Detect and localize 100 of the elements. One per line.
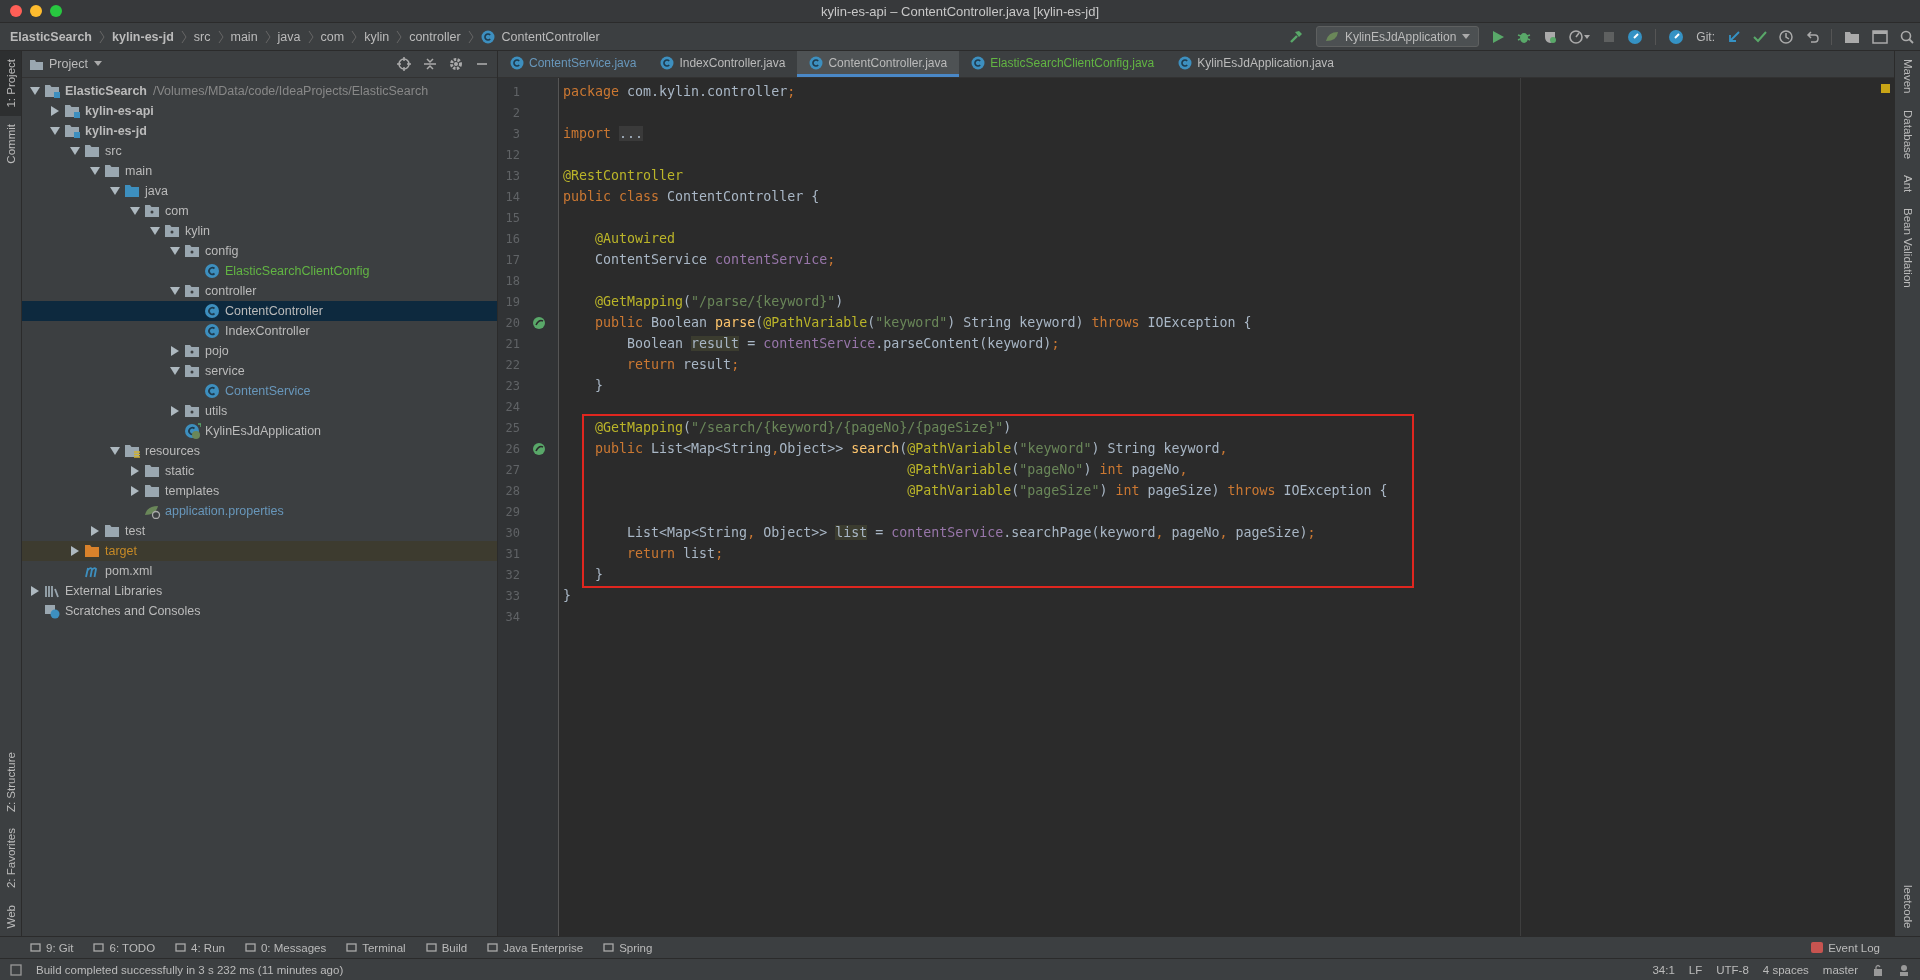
tool-window-tab[interactable]: Commit xyxy=(0,115,21,172)
tool-window-tab[interactable]: 2: Favorites xyxy=(0,820,21,897)
breadcrumb[interactable]: kylin-es-jd xyxy=(112,29,174,44)
tree-item[interactable]: ContentService xyxy=(225,384,311,398)
zoom-button[interactable] xyxy=(50,5,62,17)
expand-arrow-icon[interactable] xyxy=(130,206,140,216)
tree-item[interactable]: com xyxy=(165,204,189,218)
breadcrumb[interactable]: main xyxy=(230,29,258,44)
editor-tab[interactable]: ElasticSearchClientConfig.java xyxy=(959,51,1167,77)
expand-arrow-icon[interactable] xyxy=(170,346,180,356)
tool-window-tab[interactable]: Spring xyxy=(603,941,653,954)
tree-item[interactable]: templates xyxy=(165,484,220,498)
expand-arrow-icon[interactable] xyxy=(50,126,60,136)
breadcrumb[interactable]: src xyxy=(193,29,211,44)
breadcrumb[interactable]: java xyxy=(277,29,301,44)
editor-tab[interactable]: ContentController.java xyxy=(797,51,960,77)
check-icon[interactable] xyxy=(1753,29,1767,44)
expand-arrow-icon[interactable] xyxy=(70,546,80,556)
expand-arrow-icon[interactable] xyxy=(130,486,140,496)
tool-window-tab[interactable]: leetcode xyxy=(1895,876,1920,936)
tool-window-tab[interactable]: 0: Messages xyxy=(244,941,327,954)
tree-item[interactable]: kylin-es-api xyxy=(85,104,154,118)
tool-window-tab[interactable]: Bean Validation xyxy=(1895,200,1920,296)
editor-tab[interactable]: KylinEsJdApplication.java xyxy=(1166,51,1347,77)
tree-item[interactable]: ElasticSearch xyxy=(65,84,147,98)
tree-item[interactable]: java xyxy=(145,184,168,198)
tree-item[interactable]: application.properties xyxy=(165,504,284,518)
tree-item[interactable]: ContentController xyxy=(225,304,323,318)
expand-arrow-icon[interactable] xyxy=(110,186,120,196)
run-icon[interactable] xyxy=(1491,29,1506,44)
tool-window-tab[interactable]: Database xyxy=(1895,101,1920,167)
gear-icon[interactable] xyxy=(449,57,463,71)
tree-item[interactable]: External Libraries xyxy=(65,584,163,598)
collapse-icon[interactable] xyxy=(423,57,437,71)
tool-window-tab[interactable]: Ant xyxy=(1895,166,1920,201)
panel-icon[interactable] xyxy=(10,963,22,976)
tree-item[interactable]: utils xyxy=(205,404,228,418)
tool-window-tab[interactable]: 1: Project xyxy=(0,51,21,116)
lock-icon[interactable] xyxy=(1872,963,1884,976)
tree-item[interactable]: KylinEsJdApplication xyxy=(205,424,322,438)
status-item[interactable]: 4 spaces xyxy=(1762,963,1809,976)
tool-window-tab[interactable]: Maven xyxy=(1895,51,1920,102)
tree-item[interactable]: service xyxy=(205,364,245,378)
search-icon[interactable] xyxy=(1900,29,1914,44)
shield-icon[interactable] xyxy=(1543,29,1558,44)
tree-item[interactable]: controller xyxy=(205,284,257,298)
run-configuration-dropdown[interactable]: KylinEsJdApplication xyxy=(1315,26,1480,47)
tree-item[interactable]: pom.xml xyxy=(105,564,153,578)
expand-arrow-icon[interactable] xyxy=(110,446,120,456)
tree-item[interactable]: main xyxy=(125,164,153,178)
tool-window-tab[interactable]: Terminal xyxy=(346,941,406,954)
minimize-button[interactable] xyxy=(30,5,42,17)
expand-arrow-icon[interactable] xyxy=(30,86,40,96)
breadcrumb[interactable]: ElasticSearch xyxy=(10,29,92,44)
breadcrumb[interactable]: kylin xyxy=(364,29,390,44)
expand-arrow-icon[interactable] xyxy=(150,226,160,236)
status-item[interactable]: master xyxy=(1822,963,1858,976)
expand-arrow-icon[interactable] xyxy=(170,366,180,376)
expand-arrow-icon[interactable] xyxy=(50,106,60,116)
breadcrumb[interactable]: ContentController xyxy=(501,29,600,44)
tool-window-tab[interactable]: 4: Run xyxy=(175,941,225,954)
expand-arrow-icon[interactable] xyxy=(90,166,100,176)
clock-icon[interactable] xyxy=(1779,29,1793,44)
status-item[interactable]: 34:1 xyxy=(1652,963,1675,976)
tree-item[interactable]: test xyxy=(125,524,146,538)
tool-window-tab[interactable]: Build xyxy=(425,941,468,954)
tree-item[interactable]: kylin-es-jd xyxy=(85,124,147,138)
expand-arrow-icon[interactable] xyxy=(90,526,100,536)
expand-arrow-icon[interactable] xyxy=(170,406,180,416)
arrow-icon[interactable] xyxy=(1727,29,1741,44)
breadcrumb[interactable]: controller xyxy=(409,29,461,44)
expand-arrow-icon[interactable] xyxy=(130,466,140,476)
breadcrumb[interactable]: com xyxy=(320,29,345,44)
tree-item[interactable]: target xyxy=(105,544,137,558)
expand-arrow-icon[interactable] xyxy=(30,586,40,596)
tree-item[interactable]: pojo xyxy=(205,344,229,358)
close-button[interactable] xyxy=(10,5,22,17)
expand-arrow-icon[interactable] xyxy=(70,146,80,156)
tree-item[interactable]: Scratches and Consoles xyxy=(65,604,201,618)
tree-item[interactable]: src xyxy=(105,144,122,158)
undo-icon[interactable] xyxy=(1805,29,1819,44)
tree-item[interactable]: static xyxy=(165,464,195,478)
project-view-dropdown[interactable]: Project xyxy=(30,57,102,71)
status-item[interactable]: UTF-8 xyxy=(1716,963,1749,976)
tool-window-tab[interactable]: Z: Structure xyxy=(0,744,21,821)
tool-window-tab[interactable]: Web xyxy=(0,896,21,936)
tree-item[interactable]: IndexController xyxy=(225,324,310,338)
gauge-icon[interactable] xyxy=(1569,29,1592,44)
editor-tab[interactable]: IndexController.java xyxy=(648,51,798,77)
expand-arrow-icon[interactable] xyxy=(170,286,180,296)
tool-window-tab[interactable]: Java Enterprise xyxy=(487,941,584,954)
folder-icon[interactable] xyxy=(1844,29,1860,44)
compass-icon[interactable] xyxy=(1668,28,1685,45)
tree-item[interactable]: ElasticSearchClientConfig xyxy=(225,264,370,278)
compass-icon[interactable] xyxy=(1627,28,1644,45)
tree-item[interactable]: resources xyxy=(145,444,200,458)
expand-arrow-icon[interactable] xyxy=(170,246,180,256)
tree-item[interactable]: kylin xyxy=(185,224,210,238)
tool-window-tab[interactable]: 6: TODO xyxy=(93,941,156,954)
event-log-tab[interactable]: Event Log xyxy=(1811,941,1880,954)
